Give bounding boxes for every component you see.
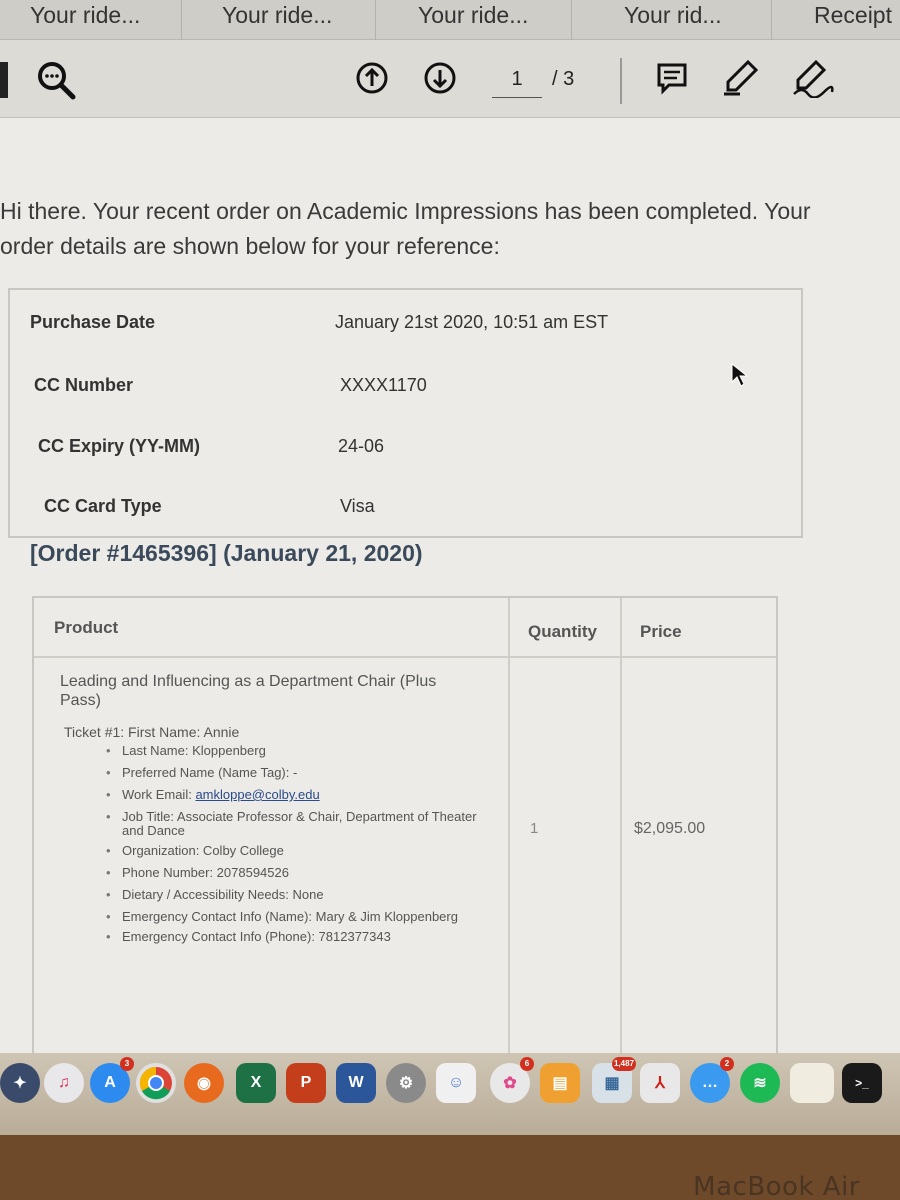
page-total-label: / 3 bbox=[552, 68, 575, 90]
word-icon[interactable]: W bbox=[336, 1063, 376, 1103]
list-item: Phone Number: 2078594526 bbox=[106, 866, 486, 881]
quantity-value: 1 bbox=[530, 820, 539, 837]
detail-value: Visa bbox=[340, 496, 375, 516]
tab-bar: Your ride... Your ride... Your ride... Y… bbox=[0, 0, 900, 40]
list-item: Organization: Colby College bbox=[106, 844, 486, 859]
list-item: Work Email: amkloppe@colby.edu bbox=[106, 787, 486, 803]
tab-your-ride-2[interactable]: Your ride... bbox=[182, 0, 376, 40]
photos-badge: 6 bbox=[520, 1057, 534, 1071]
list-item: Last Name: Kloppenberg bbox=[106, 744, 486, 759]
excel-icon[interactable]: X bbox=[236, 1063, 276, 1103]
sidebar-edge-icon[interactable] bbox=[0, 62, 8, 98]
launchpad-icon[interactable]: ✦ bbox=[0, 1063, 40, 1103]
list-item: Job Title: Associate Professor & Chair, … bbox=[106, 810, 486, 838]
powerpoint-icon[interactable]: P bbox=[286, 1063, 326, 1103]
list-item: Preferred Name (Name Tag): - bbox=[106, 766, 486, 781]
dock: ✦ ♫ A3 ◉ X P W ⚙ ☺ ✿ 6 ▤ ▦ 1,487 ⅄ … 2 ≋ >_ bbox=[0, 1053, 900, 1135]
detail-value: 24-06 bbox=[338, 436, 385, 456]
signature-icon[interactable] bbox=[790, 58, 834, 98]
system-preferences-icon[interactable]: ⚙ bbox=[386, 1063, 426, 1103]
chrome-icon[interactable] bbox=[136, 1063, 176, 1103]
payment-details-box: Purchase Date January 21st 2020, 10:51 a… bbox=[8, 288, 803, 538]
app-store-icon[interactable]: A3 bbox=[90, 1057, 134, 1103]
preview-icon[interactable]: ▦ 1,487 bbox=[592, 1057, 636, 1103]
acrobat-icon[interactable]: ⅄ bbox=[640, 1063, 680, 1103]
order-table: Product Quantity Price Leading and Influ… bbox=[32, 596, 778, 1053]
tab-your-ride-4[interactable]: Your rid... bbox=[572, 0, 772, 40]
music-icon[interactable]: ♫ bbox=[44, 1063, 84, 1103]
preview-badge: 1,487 bbox=[611, 1057, 636, 1071]
list-item: Emergency Contact Info (Name): Mary & Ji… bbox=[106, 910, 486, 925]
macbook-air-label: MacBook Air bbox=[693, 1172, 860, 1200]
messages-icon[interactable]: … 2 bbox=[690, 1057, 734, 1103]
detail-value: January 21st 2020, 10:51 am EST bbox=[335, 312, 609, 332]
firefox-icon[interactable]: ◉ bbox=[184, 1063, 224, 1103]
detail-label: Purchase Date bbox=[30, 312, 156, 332]
column-header-product: Product bbox=[54, 618, 119, 637]
finder-icon[interactable]: ☺ bbox=[436, 1063, 476, 1103]
mouse-cursor-icon bbox=[730, 362, 750, 388]
tab-receipt[interactable]: Receipt bbox=[772, 0, 900, 40]
books-icon[interactable]: ▤ bbox=[540, 1063, 580, 1103]
app-store-badge: 3 bbox=[120, 1057, 134, 1071]
page-number-input[interactable]: 1 bbox=[492, 68, 542, 98]
photos-icon[interactable]: ✿ 6 bbox=[490, 1057, 534, 1103]
comment-icon[interactable] bbox=[654, 60, 690, 96]
intro-text: Hi there. Your recent order on Academic … bbox=[0, 198, 811, 259]
ticket-details-list: Last Name: Kloppenberg Preferred Name (N… bbox=[106, 744, 486, 952]
table-column-divider bbox=[508, 598, 510, 1053]
previous-page-icon[interactable] bbox=[354, 60, 390, 96]
messages-badge: 2 bbox=[720, 1057, 734, 1071]
table-header-divider bbox=[34, 656, 776, 658]
pdf-toolbar: 1 / 3 bbox=[0, 40, 900, 118]
toolbar-divider bbox=[620, 58, 622, 104]
column-header-price: Price bbox=[640, 622, 682, 641]
tab-your-ride-3[interactable]: Your ride... bbox=[376, 0, 572, 40]
screen: Your ride... Your ride... Your ride... Y… bbox=[0, 0, 900, 1135]
tab-your-ride-1[interactable]: Your ride... bbox=[0, 0, 182, 40]
detail-value: XXXX1170 bbox=[340, 375, 427, 395]
spotify-icon[interactable]: ≋ bbox=[740, 1063, 780, 1103]
column-header-quantity: Quantity bbox=[528, 622, 597, 641]
highlighter-icon[interactable] bbox=[720, 58, 760, 98]
product-name: Leading and Influencing as a Department … bbox=[60, 673, 437, 709]
email-link[interactable]: amkloppe@colby.edu bbox=[195, 787, 319, 802]
list-item: Emergency Contact Info (Phone): 78123773… bbox=[106, 930, 486, 945]
notes-icon[interactable] bbox=[790, 1063, 834, 1103]
detail-label: CC Expiry (YY-MM) bbox=[38, 436, 201, 456]
terminal-icon[interactable]: >_ bbox=[842, 1063, 882, 1103]
next-page-icon[interactable] bbox=[422, 60, 458, 96]
detail-label: CC Card Type bbox=[44, 496, 162, 516]
table-column-divider bbox=[620, 598, 622, 1053]
search-icon[interactable] bbox=[34, 58, 78, 102]
price-value: $2,095.00 bbox=[634, 820, 706, 837]
email-label: Work Email: bbox=[122, 787, 196, 802]
order-title: [Order #1465396] (January 21, 2020) bbox=[30, 540, 423, 566]
list-item: Dietary / Accessibility Needs: None bbox=[106, 888, 486, 903]
document-page: Hi there. Your recent order on Academic … bbox=[0, 118, 900, 1053]
ticket-heading: Ticket #1: First Name: Annie bbox=[64, 724, 240, 740]
detail-label: CC Number bbox=[34, 375, 134, 395]
